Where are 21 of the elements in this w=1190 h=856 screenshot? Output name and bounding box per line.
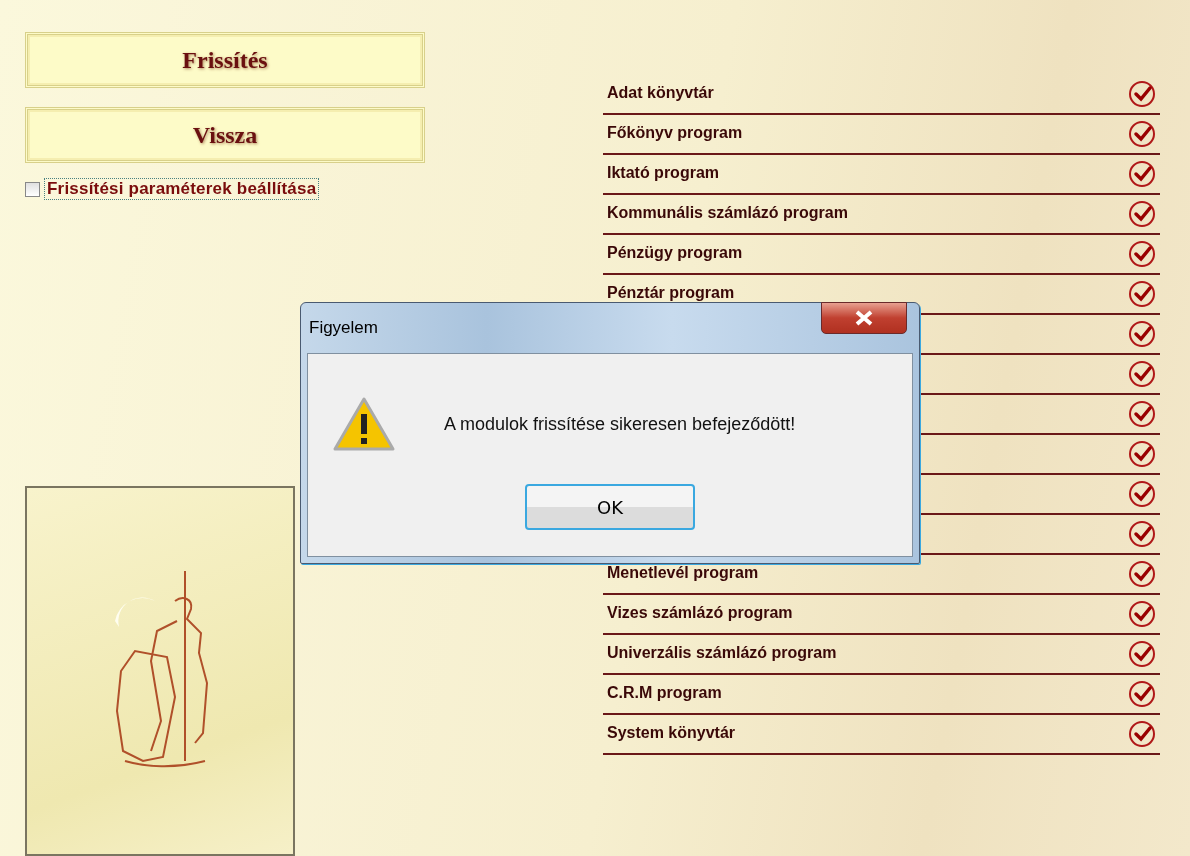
module-name: Pénztár program [607,285,735,301]
menu-button[interactable]: Frissítés [25,32,425,88]
module-name: System könyvtár [607,725,736,741]
checkbox[interactable] [25,181,40,197]
close-icon [853,310,875,326]
module-name: C.R.M program [607,685,722,701]
menu-button[interactable]: Vissza [25,107,425,163]
module-name: Kommunális számlázó program [607,205,848,221]
module-name: Vizes számlázó program [607,605,793,621]
close-button[interactable] [821,302,907,334]
module-name: Pénzügy program [607,245,743,261]
warning-icon [332,396,396,452]
module-name: Adat könyvtár [607,85,714,101]
module-name: Menetlevél program [607,565,759,581]
dialog-message: A modulok frissítése sikeresen befejeződött! [444,413,796,435]
module-name: Főkönyv program [607,125,743,141]
dialog-title: Figyelem [309,318,378,338]
checkbox-label[interactable]: Frissítési paraméterek beállítása [44,178,320,200]
ok-button[interactable]: OK [525,484,695,530]
module-name: Iktató program [607,165,719,181]
module-name: Univerzális számlázó program [607,645,837,661]
